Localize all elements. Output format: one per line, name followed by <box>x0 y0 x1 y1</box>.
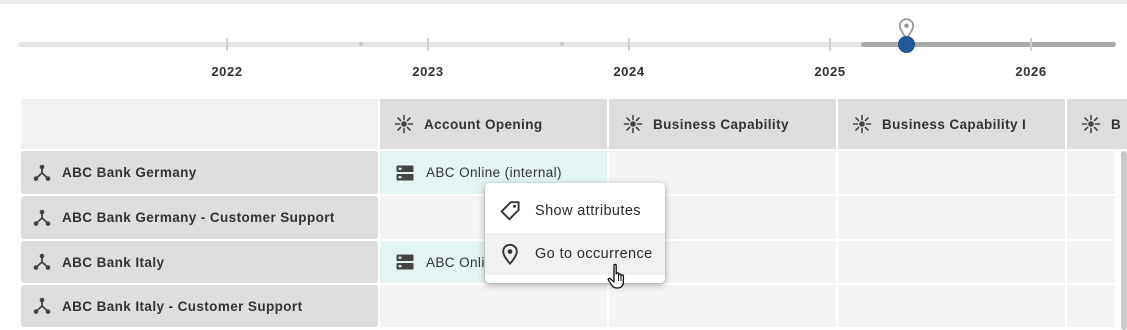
organization-icon <box>33 297 51 314</box>
organization-icon <box>33 164 51 181</box>
column-header-label: B <box>1111 116 1122 132</box>
matrix-cell[interactable] <box>838 196 1065 239</box>
row-header[interactable]: ABC Bank Germany <box>21 151 378 194</box>
row-header-label: ABC Bank Italy - Customer Support <box>62 298 303 314</box>
menu-item-label: Show attributes <box>535 203 641 219</box>
column-header-label: Business Capability <box>653 116 789 132</box>
column-header[interactable]: Account Opening <box>380 99 607 149</box>
column-header-label: Account Opening <box>424 116 543 132</box>
matrix-cell[interactable] <box>838 241 1065 283</box>
timeline-handle[interactable] <box>899 37 914 52</box>
column-header[interactable]: Business Capability I <box>838 99 1065 149</box>
minor-tick <box>359 42 363 46</box>
map-pin-icon <box>502 243 518 265</box>
matrix-cell[interactable] <box>1067 285 1115 327</box>
organization-icon <box>33 253 51 270</box>
year-tick <box>829 38 831 51</box>
capability-icon <box>852 114 872 134</box>
column-header[interactable]: B <box>1067 99 1127 149</box>
year-label: 2024 <box>613 64 645 79</box>
year-tick <box>226 38 228 51</box>
context-menu: Show attributes Go to occurrence <box>485 183 665 283</box>
column-header[interactable]: Business Capability <box>609 99 836 149</box>
minor-tick <box>560 42 564 46</box>
year-label: 2022 <box>211 64 243 79</box>
year-tick <box>628 38 630 51</box>
matrix-cell[interactable] <box>1067 151 1115 194</box>
menu-item-show-attributes[interactable]: Show attributes <box>485 190 665 232</box>
hand-pointer-cursor-icon <box>607 263 625 289</box>
menu-item-go-to-occurrence[interactable]: Go to occurrence <box>485 233 665 275</box>
vertical-scrollbar[interactable] <box>1121 151 1127 330</box>
tag-icon <box>500 201 520 221</box>
occurrence-label: ABC Online (internal) <box>426 165 562 180</box>
timeline-slider[interactable]: 2022 2023 2024 2025 2026 <box>0 4 1127 94</box>
matrix-cell[interactable] <box>838 151 1065 194</box>
row-header-label: ABC Bank Italy <box>62 254 165 270</box>
matrix-cell[interactable] <box>1067 196 1115 239</box>
column-header-label: Business Capability I <box>882 116 1027 132</box>
year-label: 2023 <box>412 64 444 79</box>
matrix-cell[interactable] <box>609 285 836 327</box>
capability-icon <box>1081 114 1101 134</box>
year-label: 2026 <box>1015 64 1047 79</box>
matrix-cell[interactable] <box>380 285 607 327</box>
capability-icon <box>394 114 414 134</box>
row-header[interactable]: ABC Bank Italy <box>21 241 378 283</box>
matrix-cell[interactable] <box>1067 241 1115 283</box>
application-icon <box>396 254 414 270</box>
matrix-corner <box>21 99 378 149</box>
row-header-label: ABC Bank Germany - Customer Support <box>62 210 335 225</box>
organization-icon <box>33 209 51 226</box>
row-header-label: ABC Bank Germany <box>62 165 197 180</box>
menu-item-label: Go to occurrence <box>535 246 653 262</box>
year-tick <box>427 38 429 51</box>
capability-icon <box>623 114 643 134</box>
row-header[interactable]: ABC Bank Germany - Customer Support <box>21 196 378 239</box>
row-header[interactable]: ABC Bank Italy - Customer Support <box>21 285 378 327</box>
application-icon <box>396 165 414 180</box>
year-tick <box>1030 38 1032 51</box>
matrix-cell[interactable] <box>838 285 1065 327</box>
year-label: 2025 <box>814 64 846 79</box>
